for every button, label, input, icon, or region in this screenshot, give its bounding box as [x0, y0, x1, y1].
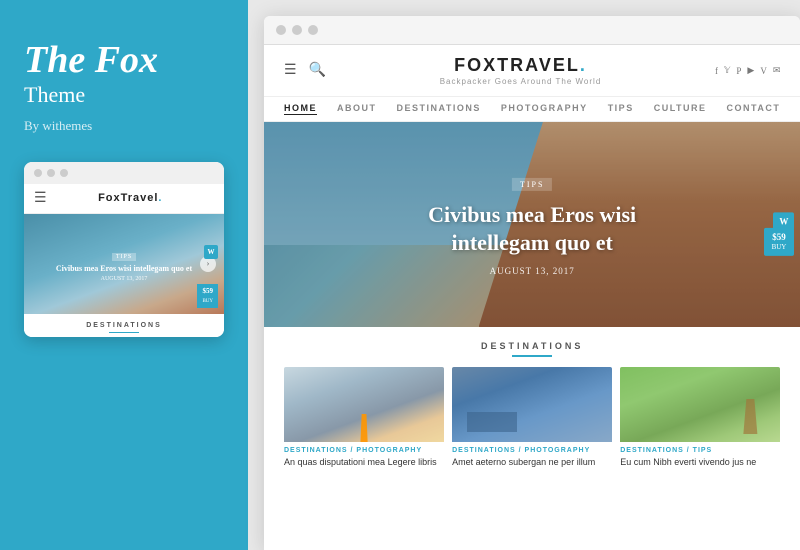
email-icon[interactable]: ✉ — [773, 65, 781, 76]
hero-title: Civibus mea Eros wisi intellegam quo et — [398, 200, 666, 257]
mini-destinations-underline — [109, 332, 139, 333]
mini-destinations: DESTINATIONS — [24, 314, 224, 337]
mini-tips-badge: TIPS — [112, 253, 136, 261]
mini-price-badge: $59 BUY — [197, 284, 218, 307]
theme-by: By withemes — [24, 118, 92, 134]
mini-browser-content: ☰ FoxTravel. TIPS Civibus mea Eros wisi … — [24, 184, 224, 337]
dest-card-3-title: Eu cum Nibh everti vivendo jus ne — [620, 457, 780, 469]
price-badge: $59 BUY — [764, 227, 795, 256]
mini-nav-bar: ☰ FoxTravel. — [24, 184, 224, 214]
logo-dot: . — [580, 55, 587, 75]
mini-hamburger-icon: ☰ — [34, 190, 47, 207]
mini-dot-1 — [34, 169, 42, 177]
browser-top-bar — [264, 16, 800, 45]
hero-tips-badge: TIPS — [512, 177, 552, 190]
destinations-section-line — [512, 355, 552, 357]
browser-window: ☰ 🔍 FoxTravel. Backpacker Goes Around Th… — [264, 16, 800, 550]
hero-date: AUGUST 13, 2017 — [398, 266, 666, 276]
hamburger-icon[interactable]: ☰ — [284, 62, 297, 79]
header-right: f 𝕐 P ▶ V ✉ — [715, 65, 780, 76]
nav-tips[interactable]: TIPS — [608, 103, 634, 115]
mini-wp-icon: W — [204, 245, 218, 259]
mini-hero-text: TIPS Civibus mea Eros wisi intellegam qu… — [56, 245, 192, 282]
left-panel: The Fox Theme By withemes ☰ FoxTravel. T… — [0, 0, 248, 550]
browser-dot-3 — [308, 25, 318, 35]
nav-photography[interactable]: PHOTOGRAPHY — [501, 103, 588, 115]
dest-card-3-category: DESTINATIONS / TIPS — [620, 447, 780, 454]
dest-card-2-image — [452, 367, 612, 442]
vimeo-icon[interactable]: V — [760, 66, 767, 76]
mini-hero: TIPS Civibus mea Eros wisi intellegam qu… — [24, 214, 224, 314]
mini-dot-2 — [47, 169, 55, 177]
site-tagline: Backpacker Goes Around The World — [440, 77, 602, 86]
destinations-section: DESTINATIONS DESTINATIONS / PHOTOGRAPHY … — [264, 327, 800, 479]
theme-title: The Fox — [24, 40, 158, 82]
nav-home[interactable]: HOME — [284, 103, 317, 115]
dest-card-3-meta: DESTINATIONS / TIPS Eu cum Nibh everti v… — [620, 442, 780, 471]
theme-subtitle: Theme — [24, 82, 85, 108]
browser-dot-2 — [292, 25, 302, 35]
dest-card-3[interactable]: DESTINATIONS / TIPS Eu cum Nibh everti v… — [620, 367, 780, 471]
dest-card-2-category: DESTINATIONS / PHOTOGRAPHY — [452, 447, 612, 454]
dest-card-1-title: An quas disputationi mea Legere libris — [284, 457, 444, 469]
price-buy-label: BUY — [772, 243, 787, 252]
hero-text: TIPS Civibus mea Eros wisi intellegam qu… — [398, 173, 666, 275]
dest-card-1-category: DESTINATIONS / PHOTOGRAPHY — [284, 447, 444, 454]
site-header: ☰ 🔍 FoxTravel. Backpacker Goes Around Th… — [264, 45, 800, 97]
mini-browser: ☰ FoxTravel. TIPS Civibus mea Eros wisi … — [24, 162, 224, 337]
mini-dot-3 — [60, 169, 68, 177]
nav-destinations[interactable]: DESTINATIONS — [397, 103, 481, 115]
right-panel: ☰ 🔍 FoxTravel. Backpacker Goes Around Th… — [248, 0, 800, 550]
mini-browser-bar — [24, 162, 224, 184]
mini-destinations-label: DESTINATIONS — [34, 322, 214, 329]
facebook-icon[interactable]: f — [715, 66, 718, 76]
site-logo: FoxTravel. — [440, 55, 602, 76]
site-nav: HOME ABOUT DESTINATIONS PHOTOGRAPHY TIPS… — [264, 97, 800, 122]
section-header: DESTINATIONS — [284, 341, 780, 357]
browser-dot-1 — [276, 25, 286, 35]
site-hero: TIPS Civibus mea Eros wisi intellegam qu… — [264, 122, 800, 327]
mini-hero-date: AUGUST 13, 2017 — [56, 276, 192, 282]
site-logo-area: FoxTravel. Backpacker Goes Around The Wo… — [440, 55, 602, 86]
destinations-grid: DESTINATIONS / PHOTOGRAPHY An quas dispu… — [284, 367, 780, 471]
mini-hero-title: Civibus mea Eros wisi intellegam quo et — [56, 264, 192, 274]
pinterest-icon[interactable]: P — [736, 66, 741, 76]
nav-about[interactable]: ABOUT — [337, 103, 377, 115]
nav-contact[interactable]: CONTACT — [727, 103, 781, 115]
twitter-icon[interactable]: 𝕐 — [724, 65, 730, 76]
dest-card-2-title: Amet aeterno subergan ne per illum — [452, 457, 612, 469]
mini-site-logo: FoxTravel. — [98, 192, 162, 204]
search-icon[interactable]: 🔍 — [309, 62, 326, 79]
dest-card-1-image — [284, 367, 444, 442]
dest-card-2[interactable]: DESTINATIONS / PHOTOGRAPHY Amet aeterno … — [452, 367, 612, 471]
destinations-section-title: DESTINATIONS — [284, 341, 780, 351]
youtube-icon[interactable]: ▶ — [747, 65, 754, 76]
dest-card-1[interactable]: DESTINATIONS / PHOTOGRAPHY An quas dispu… — [284, 367, 444, 471]
price-value: $59 — [772, 231, 786, 241]
mini-logo-dot: . — [158, 192, 162, 204]
header-left: ☰ 🔍 — [284, 62, 326, 79]
dest-card-3-image — [620, 367, 780, 442]
nav-culture[interactable]: CULTURE — [654, 103, 707, 115]
browser-content: ☰ 🔍 FoxTravel. Backpacker Goes Around Th… — [264, 45, 800, 550]
dest-card-2-meta: DESTINATIONS / PHOTOGRAPHY Amet aeterno … — [452, 442, 612, 471]
dest-card-1-meta: DESTINATIONS / PHOTOGRAPHY An quas dispu… — [284, 442, 444, 471]
